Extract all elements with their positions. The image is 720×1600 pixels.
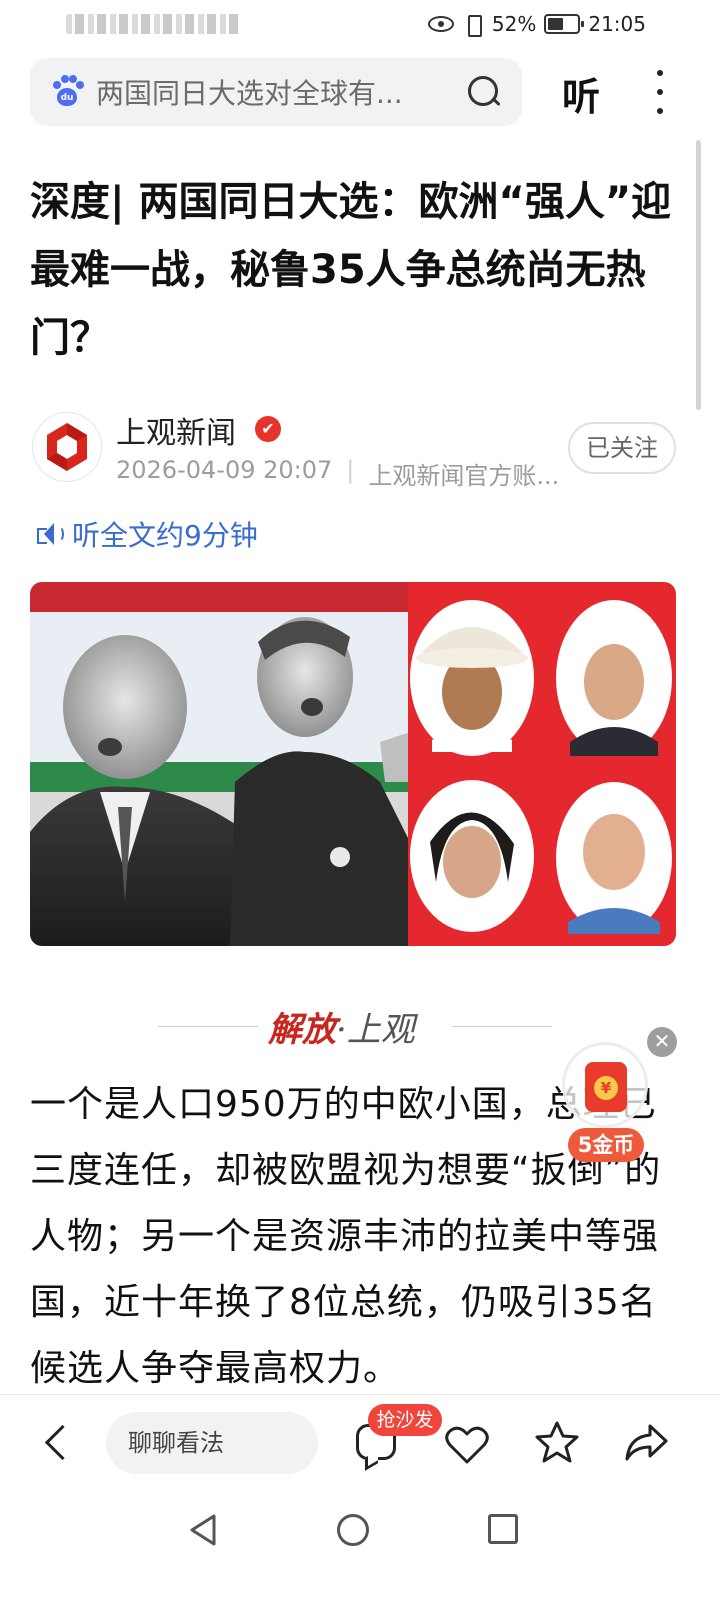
eye-comfort-icon [427, 16, 454, 32]
carrier-info-blurred [66, 14, 241, 34]
listen-full-label: 听全文约9分钟 [72, 519, 258, 552]
status-icons: 52% 21:05 [427, 10, 646, 38]
search-icon[interactable] [458, 66, 510, 118]
article-meta: 2026-04-09 20:07 | 上观新闻官方账... [116, 456, 559, 491]
status-bar: 52% 21:05 [0, 0, 720, 48]
bottom-bar-divider [0, 1394, 720, 1395]
listen-full-article-button[interactable]: 听全文约9分钟 [34, 514, 258, 554]
coin-reward-badge: 5金币 [568, 1128, 644, 1162]
share-arrow-icon[interactable] [622, 1420, 670, 1464]
author-avatar[interactable] [32, 412, 102, 482]
publish-date: 2026-04-09 20:07 [116, 456, 333, 484]
article-image[interactable] [30, 582, 676, 946]
baidu-logo-icon: du [50, 75, 84, 109]
battery-percent: 52% [491, 12, 537, 36]
election-candidates-photo [30, 582, 676, 946]
comment-input[interactable]: 聊聊看法 [106, 1412, 318, 1474]
system-recents-icon[interactable] [488, 1514, 518, 1544]
shangguan-logo-icon [47, 423, 87, 471]
source-logo-red: 解放 [268, 1010, 336, 1050]
listen-button[interactable]: 听 [562, 66, 600, 121]
vibrate-icon [462, 13, 484, 37]
source-logo: 解放·上观 [158, 996, 552, 1056]
close-reward-icon[interactable]: ✕ [647, 1027, 677, 1057]
search-bar[interactable]: du 两国同日大选对全球有... [30, 58, 522, 126]
author-name[interactable]: 上观新闻 [116, 408, 236, 452]
more-options-icon[interactable] [652, 70, 668, 114]
back-arrow-icon[interactable] [38, 1420, 78, 1466]
favorite-star-icon[interactable] [534, 1420, 580, 1464]
clock: 21:05 [588, 12, 646, 36]
system-back-icon[interactable] [186, 1512, 220, 1548]
article-title: 深度| 两国同日大选：欧洲“强人”迎最难一战，秘鲁35人争总统尚无热门？ [30, 179, 672, 361]
like-heart-icon[interactable] [444, 1424, 490, 1466]
source-logo-dark: ·上观 [336, 1010, 415, 1050]
speaker-icon [34, 519, 64, 549]
verified-badge-icon: ✔ [255, 416, 281, 442]
battery-icon [544, 14, 585, 34]
red-envelope-icon[interactable]: ¥ [585, 1062, 627, 1112]
account-type: 上观新闻官方账... [368, 462, 560, 490]
first-comment-badge: 抢沙发 [368, 1404, 442, 1436]
system-home-icon[interactable] [337, 1514, 369, 1546]
meta-divider: | [346, 456, 355, 484]
search-query-text: 两国同日大选对全球有... [96, 77, 403, 110]
follow-button[interactable]: 已关注 [568, 422, 676, 474]
scrollbar[interactable] [696, 140, 701, 410]
